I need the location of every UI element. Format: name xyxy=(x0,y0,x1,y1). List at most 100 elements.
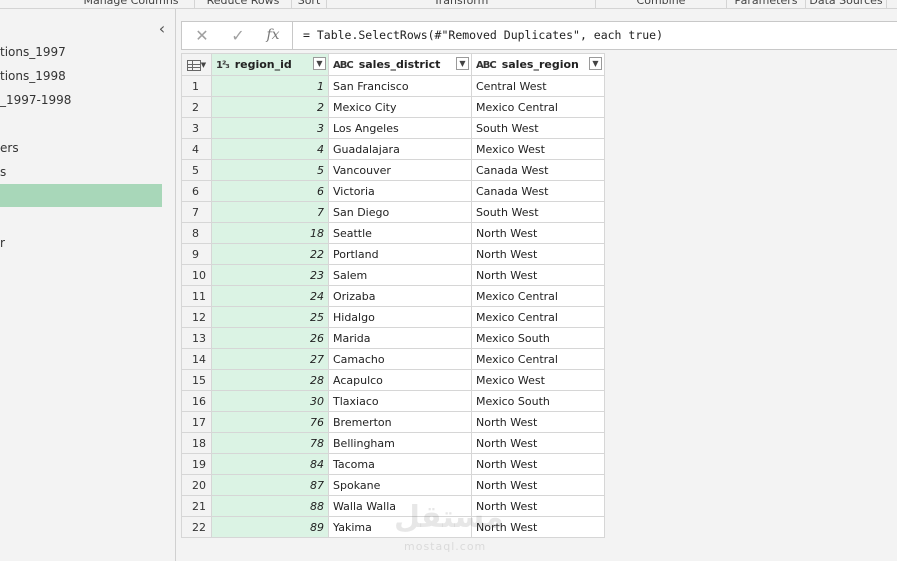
filter-dropdown-icon[interactable]: ▼ xyxy=(456,57,469,70)
table-menu-button[interactable]: ▼ xyxy=(181,53,212,76)
formula-input[interactable]: = Table.SelectRows(#"Removed Duplicates"… xyxy=(303,22,663,49)
cell-sales-region[interactable]: North West xyxy=(471,222,605,244)
table-row[interactable]: 14 27 Camacho Mexico Central xyxy=(181,348,605,370)
cell-sales-region[interactable]: Canada West xyxy=(471,180,605,202)
row-number[interactable]: 5 xyxy=(181,159,212,181)
cell-region-id[interactable]: 24 xyxy=(211,285,329,307)
cell-sales-district[interactable]: Victoria xyxy=(328,180,472,202)
table-row[interactable]: 11 24 Orizaba Mexico Central xyxy=(181,285,605,307)
cell-region-id[interactable]: 27 xyxy=(211,348,329,370)
cell-sales-district[interactable]: Seattle xyxy=(328,222,472,244)
row-number[interactable]: 11 xyxy=(181,285,212,307)
row-number[interactable]: 7 xyxy=(181,201,212,223)
query-item[interactable] xyxy=(0,208,162,231)
row-number[interactable]: 12 xyxy=(181,306,212,328)
cell-sales-region[interactable]: Mexico South xyxy=(471,327,605,349)
table-row[interactable]: 2 2 Mexico City Mexico Central xyxy=(181,96,605,118)
cell-sales-region[interactable]: South West xyxy=(471,117,605,139)
cell-region-id[interactable]: 6 xyxy=(211,180,329,202)
column-header-sales-district[interactable]: ABC sales_district ▼ xyxy=(328,53,472,76)
table-row[interactable]: 1 1 San Francisco Central West xyxy=(181,75,605,97)
row-number[interactable]: 3 xyxy=(181,117,212,139)
query-item[interactable]: _1997-1998 xyxy=(0,89,162,112)
cell-region-id[interactable]: 23 xyxy=(211,264,329,286)
confirm-formula-icon[interactable]: ✓ xyxy=(220,22,256,49)
table-row[interactable]: 9 22 Portland North West xyxy=(181,243,605,265)
table-row[interactable]: 10 23 Salem North West xyxy=(181,264,605,286)
cell-sales-region[interactable]: North West xyxy=(471,411,605,433)
cell-sales-region[interactable]: Mexico Central xyxy=(471,348,605,370)
cell-sales-district[interactable]: Tacoma xyxy=(328,453,472,475)
query-item[interactable]: ers xyxy=(0,137,162,160)
row-number[interactable]: 22 xyxy=(181,516,212,538)
table-row[interactable]: 21 88 Walla Walla North West xyxy=(181,495,605,517)
table-row[interactable]: 22 89 Yakima North West xyxy=(181,516,605,538)
row-number[interactable]: 4 xyxy=(181,138,212,160)
cell-sales-region[interactable]: North West xyxy=(471,432,605,454)
cell-sales-district[interactable]: Camacho xyxy=(328,348,472,370)
row-number[interactable]: 1 xyxy=(181,75,212,97)
cell-sales-district[interactable]: Portland xyxy=(328,243,472,265)
cell-sales-district[interactable]: Bellingham xyxy=(328,432,472,454)
filter-dropdown-icon[interactable]: ▼ xyxy=(313,57,326,70)
table-row[interactable]: 5 5 Vancouver Canada West xyxy=(181,159,605,181)
fx-icon[interactable]: fx xyxy=(255,22,291,49)
table-row[interactable]: 7 7 San Diego South West xyxy=(181,201,605,223)
cell-sales-district[interactable]: Salem xyxy=(328,264,472,286)
cell-sales-region[interactable]: North West xyxy=(471,264,605,286)
cell-sales-district[interactable]: Acapulco xyxy=(328,369,472,391)
cell-region-id[interactable]: 84 xyxy=(211,453,329,475)
table-row[interactable]: 16 30 Tlaxiaco Mexico South xyxy=(181,390,605,412)
cell-sales-region[interactable]: Mexico West xyxy=(471,138,605,160)
cell-region-id[interactable]: 87 xyxy=(211,474,329,496)
table-row[interactable]: 6 6 Victoria Canada West xyxy=(181,180,605,202)
cell-sales-district[interactable]: Bremerton xyxy=(328,411,472,433)
cell-sales-region[interactable]: Mexico South xyxy=(471,390,605,412)
cell-region-id[interactable]: 89 xyxy=(211,516,329,538)
cell-sales-region[interactable]: North West xyxy=(471,474,605,496)
cell-region-id[interactable]: 26 xyxy=(211,327,329,349)
row-number[interactable]: 21 xyxy=(181,495,212,517)
row-number[interactable]: 2 xyxy=(181,96,212,118)
cell-sales-region[interactable]: Mexico Central xyxy=(471,306,605,328)
cell-sales-district[interactable]: Mexico City xyxy=(328,96,472,118)
table-row[interactable]: 4 4 Guadalajara Mexico West xyxy=(181,138,605,160)
row-number[interactable]: 15 xyxy=(181,369,212,391)
cell-sales-district[interactable]: San Francisco xyxy=(328,75,472,97)
cell-sales-district[interactable]: Spokane xyxy=(328,474,472,496)
row-number[interactable]: 19 xyxy=(181,453,212,475)
cell-sales-district[interactable]: Vancouver xyxy=(328,159,472,181)
filter-dropdown-icon[interactable]: ▼ xyxy=(589,57,602,70)
query-item[interactable]: r xyxy=(0,232,162,255)
row-number[interactable]: 6 xyxy=(181,180,212,202)
cell-region-id[interactable]: 76 xyxy=(211,411,329,433)
query-item-selected[interactable] xyxy=(0,184,162,207)
row-number[interactable]: 14 xyxy=(181,348,212,370)
table-row[interactable]: 20 87 Spokane North West xyxy=(181,474,605,496)
cell-region-id[interactable]: 28 xyxy=(211,369,329,391)
cell-sales-district[interactable]: Guadalajara xyxy=(328,138,472,160)
cell-region-id[interactable]: 25 xyxy=(211,306,329,328)
table-row[interactable]: 8 18 Seattle North West xyxy=(181,222,605,244)
cell-sales-region[interactable]: North West xyxy=(471,453,605,475)
cell-region-id[interactable]: 5 xyxy=(211,159,329,181)
query-item[interactable]: tions_1998 xyxy=(0,65,162,88)
collapse-pane-chevron-icon[interactable]: ‹ xyxy=(154,21,170,37)
cell-sales-region[interactable]: North West xyxy=(471,243,605,265)
row-number[interactable]: 17 xyxy=(181,411,212,433)
query-item[interactable]: tions_1997 xyxy=(0,41,162,64)
cell-region-id[interactable]: 18 xyxy=(211,222,329,244)
cell-sales-region[interactable]: Central West xyxy=(471,75,605,97)
cancel-formula-icon[interactable]: ✕ xyxy=(184,22,220,49)
cell-region-id[interactable]: 78 xyxy=(211,432,329,454)
cell-sales-district[interactable]: Marida xyxy=(328,327,472,349)
row-number[interactable]: 9 xyxy=(181,243,212,265)
row-number[interactable]: 16 xyxy=(181,390,212,412)
cell-sales-district[interactable]: Hidalgo xyxy=(328,306,472,328)
text-type-icon[interactable]: ABC xyxy=(476,60,497,71)
cell-region-id[interactable]: 22 xyxy=(211,243,329,265)
table-row[interactable]: 3 3 Los Angeles South West xyxy=(181,117,605,139)
table-row[interactable]: 19 84 Tacoma North West xyxy=(181,453,605,475)
whole-number-type-icon[interactable]: 1²₃ xyxy=(216,60,230,71)
cell-sales-region[interactable]: North West xyxy=(471,495,605,517)
